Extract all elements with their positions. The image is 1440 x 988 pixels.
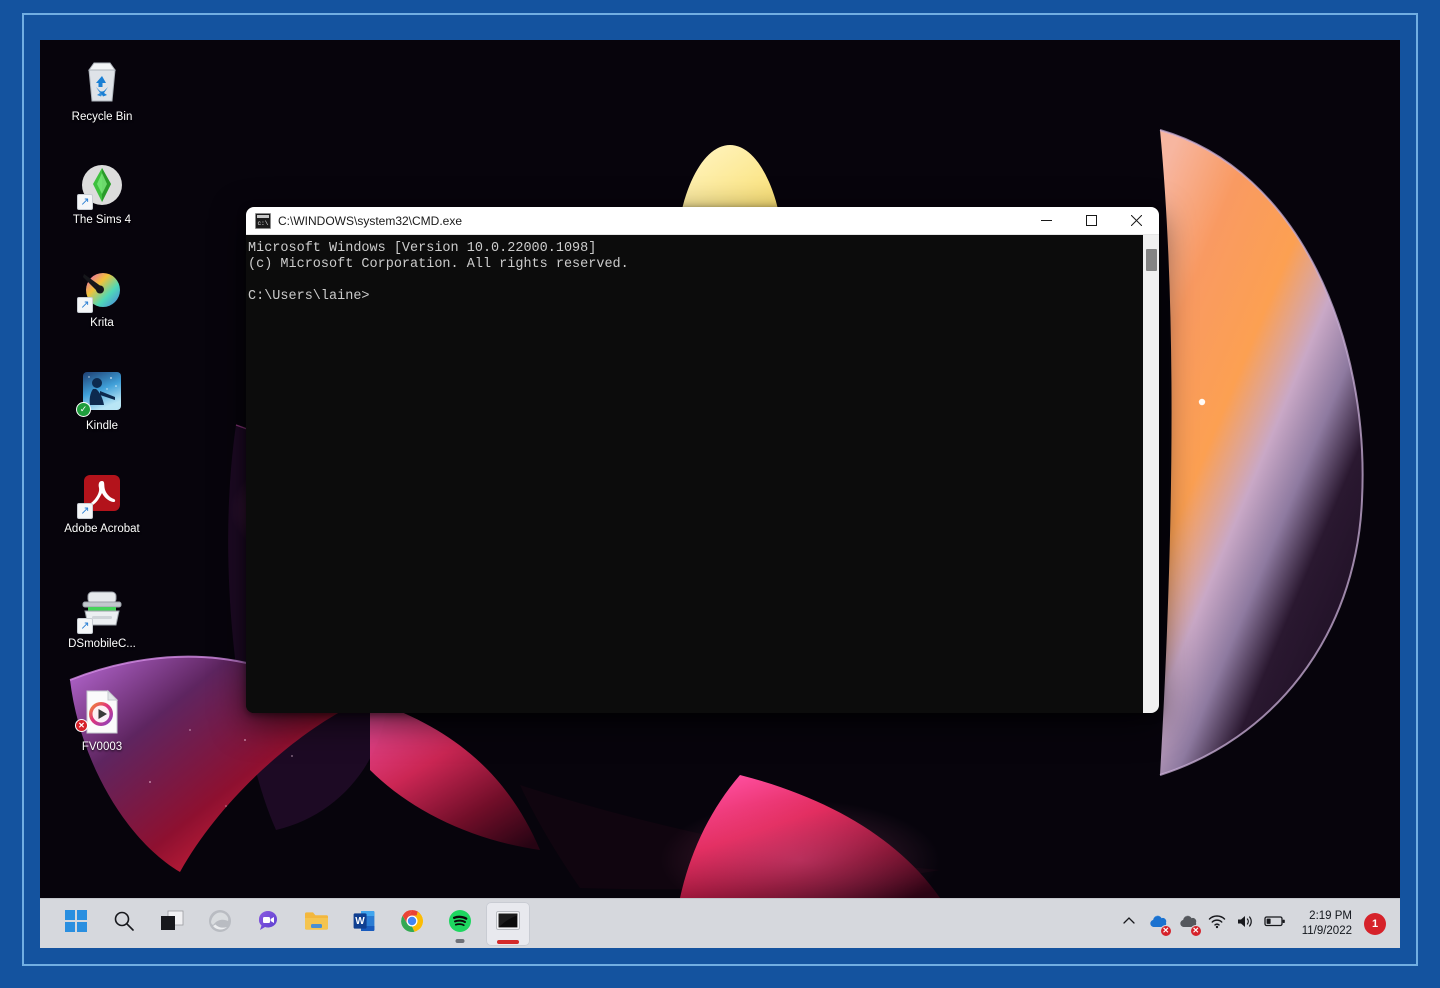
taskbar-item-start[interactable] [54, 902, 98, 946]
desktop-icon-fv0003[interactable]: ✕ FV0003 [46, 688, 158, 755]
sync-check-icon: ✓ [76, 402, 91, 417]
svg-text:W: W [355, 916, 365, 927]
video-file-icon: ✕ [78, 688, 126, 736]
tray-date: 11/9/2022 [1302, 924, 1352, 939]
maximize-button[interactable] [1069, 207, 1114, 235]
tray-icon-onedrive[interactable]: ✕ [1144, 907, 1172, 941]
vertical-scrollbar[interactable] [1143, 235, 1159, 713]
search-icon [113, 910, 135, 937]
command-prompt-window[interactable]: C:\WINDOWS\system32\CMD.exe Microsoft Wi… [246, 207, 1159, 713]
shortcut-arrow-icon: ↗ [77, 503, 93, 519]
wifi-icon [1208, 914, 1226, 934]
taskbar-item-spotify[interactable] [438, 902, 482, 946]
desktop-icon-label: FV0003 [82, 741, 122, 755]
chrome-icon [400, 909, 424, 938]
desktop-icon-krita[interactable]: ↗ Krita [46, 264, 158, 331]
close-button[interactable] [1114, 207, 1159, 235]
minimize-button[interactable] [1024, 207, 1069, 235]
word-icon: W [353, 909, 375, 938]
running-indicator [456, 939, 465, 943]
tray-time: 2:19 PM [1309, 909, 1352, 924]
taskbar-item-command-prompt[interactable] [486, 902, 530, 946]
tray-icon-cloud-storage[interactable]: ✕ [1174, 907, 1202, 941]
desktop-icon-kindle[interactable]: ✓ Kindle [46, 367, 158, 434]
desktop-icon-label: Krita [90, 317, 114, 331]
spotify-icon [448, 909, 472, 938]
desktop-icon-label: Recycle Bin [72, 111, 133, 125]
desktop-icon-label: Kindle [86, 420, 118, 434]
window-titlebar[interactable]: C:\WINDOWS\system32\CMD.exe [246, 207, 1159, 235]
scanner-icon: ↗ [78, 585, 126, 633]
error-badge-icon: ✕ [1160, 925, 1172, 937]
task-view-icon [160, 910, 184, 937]
console-text: Microsoft Windows [Version 10.0.22000.10… [248, 241, 1143, 305]
battery-icon [1264, 914, 1286, 933]
desktop-icon-the-sims-4[interactable]: ↗ The Sims 4 [46, 161, 158, 228]
recycle-bin-icon [78, 58, 126, 106]
shortcut-arrow-icon: ↗ [77, 297, 93, 313]
tray-icon-volume[interactable] [1232, 907, 1258, 941]
taskbar[interactable]: W [40, 898, 1400, 948]
tray-icon-network[interactable] [1204, 907, 1230, 941]
cmd-icon [495, 909, 521, 938]
error-badge-icon: ✕ [75, 719, 88, 732]
desktop-icon-recycle-bin[interactable]: Recycle Bin [46, 58, 158, 125]
chevron-up-icon [1122, 914, 1136, 933]
shortcut-arrow-icon: ↗ [77, 194, 93, 210]
windows-start-icon [65, 910, 87, 937]
desktop-icon-label: Adobe Acrobat [64, 523, 139, 537]
folder-icon [304, 910, 329, 937]
krita-icon: ↗ [78, 264, 126, 312]
acrobat-icon: ↗ [78, 470, 126, 518]
taskbar-item-task-view[interactable] [150, 902, 194, 946]
taskbar-item-chrome[interactable] [390, 902, 434, 946]
desktop[interactable]: Recycle Bin ↗ The Sims 4 [40, 40, 1400, 898]
window-title: C:\WINDOWS\system32\CMD.exe [278, 214, 462, 228]
window-controls [1024, 207, 1159, 235]
tray-icon-battery[interactable] [1260, 907, 1290, 941]
taskbar-item-chat[interactable] [246, 902, 290, 946]
kindle-icon: ✓ [78, 367, 126, 415]
system-tray: ✕ ✕ [1116, 899, 1400, 949]
clock-and-date[interactable]: 2:19 PM 11/9/2022 [1292, 904, 1360, 944]
notification-badge[interactable]: 1 [1364, 913, 1386, 935]
desktop-icon-adobe-acrobat[interactable]: ↗ Adobe Acrobat [46, 470, 158, 537]
active-window-indicator [497, 940, 519, 944]
desktop-icon-label: DSmobileC... [68, 638, 136, 652]
shortcut-arrow-icon: ↗ [77, 618, 93, 634]
speaker-icon [1236, 914, 1254, 934]
error-badge-icon: ✕ [1190, 925, 1202, 937]
chat-icon [256, 909, 280, 938]
desktop-icon-dsmobile[interactable]: ↗ DSmobileC... [46, 585, 158, 652]
desktop-icon-label: The Sims 4 [73, 214, 131, 228]
cmd-icon [255, 213, 271, 229]
edge-icon [208, 909, 232, 938]
show-hidden-icons-button[interactable] [1116, 907, 1142, 941]
scrollbar-thumb[interactable] [1146, 249, 1157, 271]
console-body[interactable]: Microsoft Windows [Version 10.0.22000.10… [246, 235, 1159, 713]
sims-plumbob-icon: ↗ [78, 161, 126, 209]
console-output-area[interactable]: Microsoft Windows [Version 10.0.22000.10… [246, 235, 1143, 713]
taskbar-item-file-explorer[interactable] [294, 902, 338, 946]
taskbar-item-edge[interactable] [198, 902, 242, 946]
taskbar-item-search[interactable] [102, 902, 146, 946]
taskbar-item-word[interactable]: W [342, 902, 386, 946]
